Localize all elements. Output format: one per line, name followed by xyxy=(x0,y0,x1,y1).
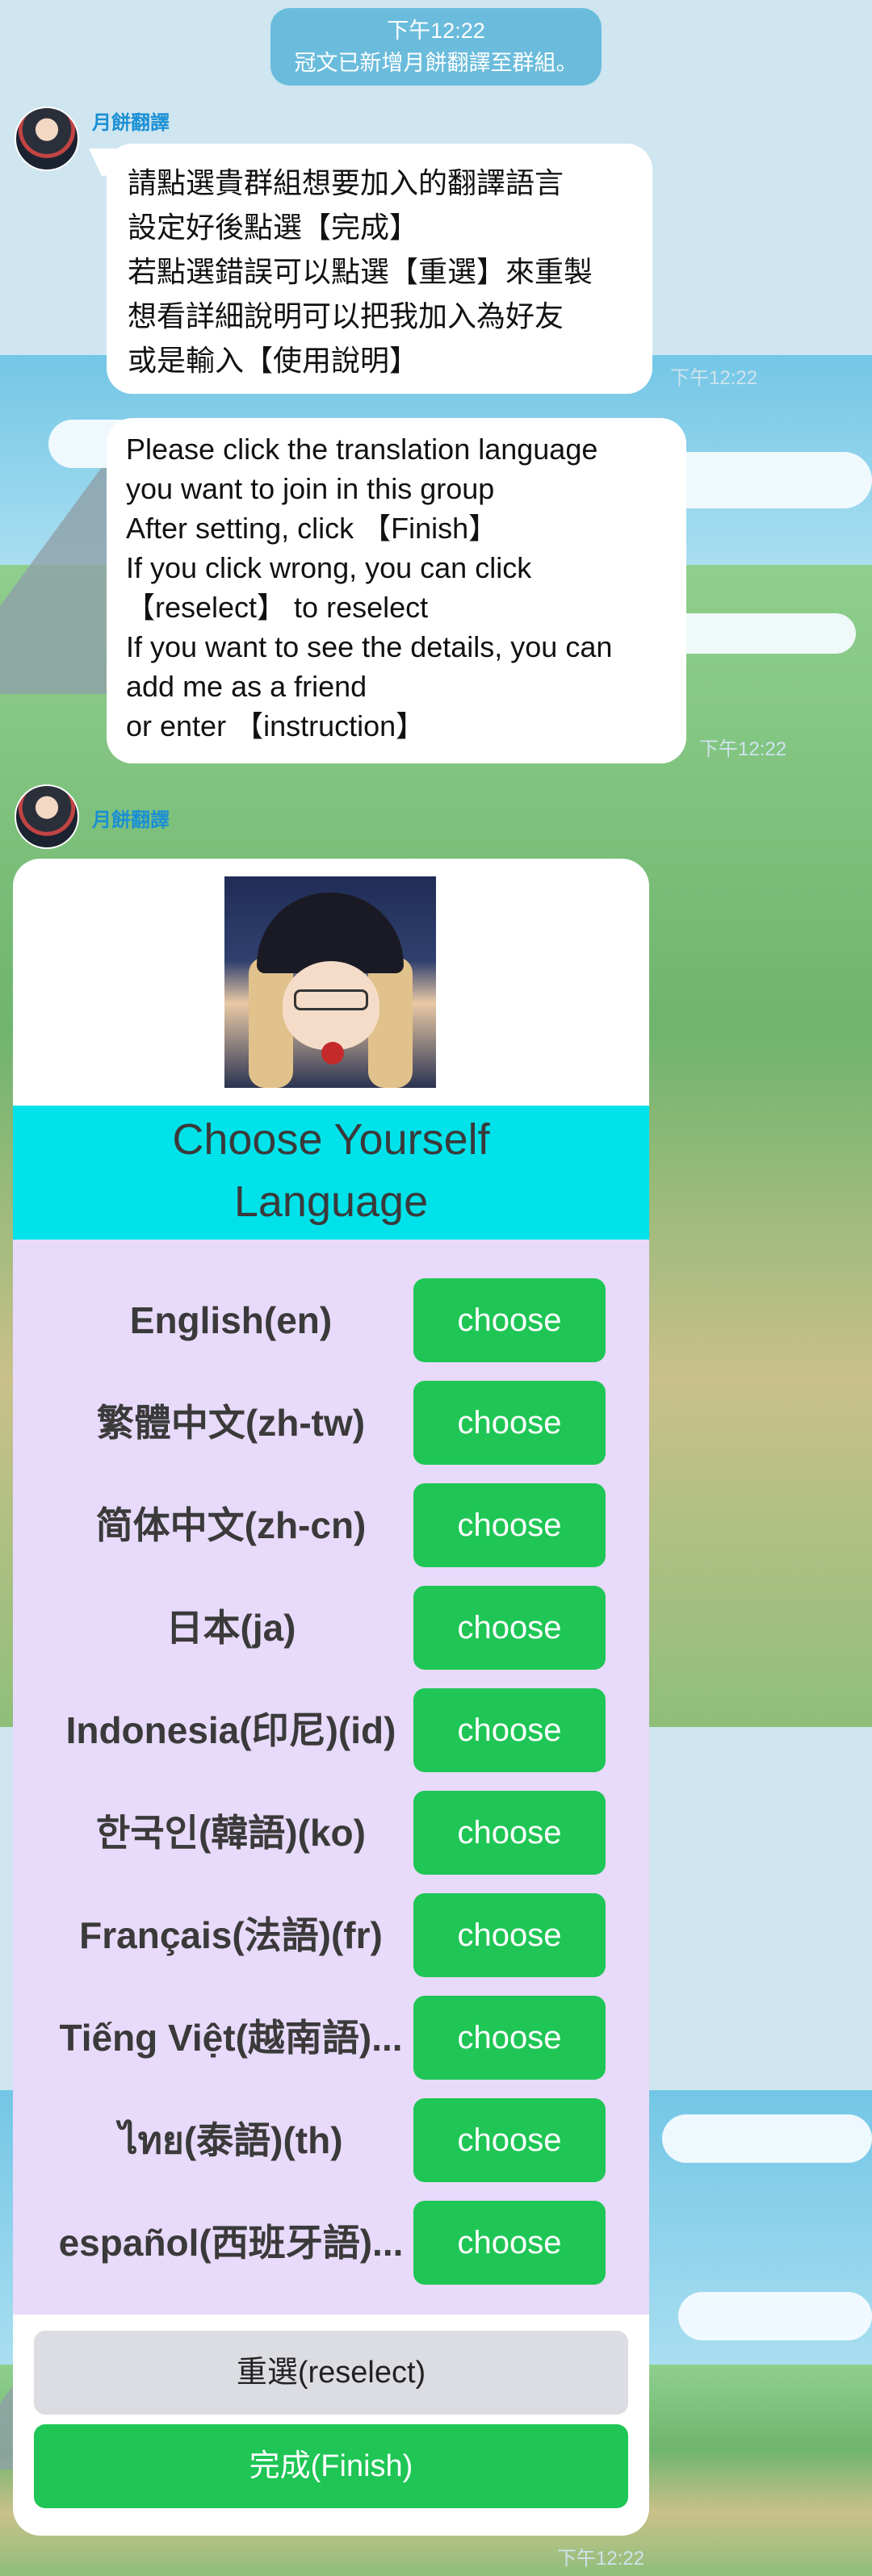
message-line: If you want to see the details, you can xyxy=(126,630,613,663)
bot-avatar[interactable] xyxy=(15,784,79,849)
language-row: 한국인(韓語)(ko) choose xyxy=(13,1791,649,1875)
message-line: 請點選貴群組想要加入的翻譯語言 xyxy=(128,167,564,200)
choose-button[interactable]: choose xyxy=(413,1278,606,1362)
message-bubble-zh[interactable]: 請點選貴群組想要加入的翻譯語言 設定好後點選【完成】 若點選錯誤可以點選【重選】… xyxy=(107,144,652,394)
choose-button[interactable]: choose xyxy=(413,2098,606,2182)
language-label: English(en) xyxy=(129,1299,333,1341)
choose-button[interactable]: choose xyxy=(413,1483,606,1567)
message-line: 想看詳細說明可以把我加入為好友 xyxy=(128,300,564,333)
language-label: Tiếng Việt(越南語)... xyxy=(59,2017,403,2059)
language-row: 日本(ja) choose xyxy=(13,1586,649,1670)
language-row: English(en) choose xyxy=(13,1278,649,1362)
language-label: 한국인(韓語)(ko) xyxy=(96,1812,366,1854)
message-line: 設定好後點選【完成】 xyxy=(128,211,419,245)
sender-name: 月餅翻譯 xyxy=(92,809,170,831)
language-label: 简体中文(zh-cn) xyxy=(95,1504,367,1546)
message-line: you want to join in this group xyxy=(126,472,495,505)
system-message-text: 冠文已新增月餅翻譯至群組。 xyxy=(294,51,578,75)
language-row: 繁體中文(zh-tw) choose xyxy=(13,1381,649,1465)
message-time: 下午12:22 xyxy=(557,2548,645,2570)
message-line: Please click the translation language xyxy=(126,433,598,466)
language-label: ไทย(泰語)(th) xyxy=(119,2119,343,2161)
language-select-card: Choose Yourself Language English(en) cho… xyxy=(13,859,649,2536)
choose-button[interactable]: choose xyxy=(413,1586,606,1670)
card-title-line: Choose Yourself xyxy=(172,1115,490,1164)
choose-button[interactable]: choose xyxy=(413,1893,606,1977)
choose-button[interactable]: choose xyxy=(413,1791,606,1875)
message-time: 下午12:22 xyxy=(699,738,787,760)
reselect-button[interactable]: 重選(reselect) xyxy=(34,2331,628,2415)
system-message: 下午12:22 冠文已新增月餅翻譯至群組。 xyxy=(270,8,602,86)
choose-button[interactable]: choose xyxy=(413,2201,606,2285)
language-row: ไทย(泰語)(th) choose xyxy=(13,2098,649,2182)
message-time: 下午12:22 xyxy=(670,367,758,389)
language-label: 繁體中文(zh-tw) xyxy=(96,1402,366,1444)
message-line: or enter 【instruction】 xyxy=(126,709,426,742)
card-title-line: Language xyxy=(233,1177,429,1226)
language-row: español(西班牙語)... choose xyxy=(13,2201,649,2285)
choose-button[interactable]: choose xyxy=(413,1996,606,2080)
message-line: add me as a friend xyxy=(126,670,367,703)
system-message-time: 下午12:22 xyxy=(387,19,485,43)
language-list: English(en) choose 繁體中文(zh-tw) choose 简体… xyxy=(13,1240,649,2315)
message-line: 【reselect】 to reselect xyxy=(126,591,429,624)
message-bubble-en[interactable]: Please click the translation language yo… xyxy=(107,418,686,763)
message-line: If you click wrong, you can click xyxy=(126,551,532,584)
language-label: Français(法語)(fr) xyxy=(79,1914,383,1956)
message-line: 若點選錯誤可以點選【重選】來重製 xyxy=(128,256,593,289)
bot-avatar[interactable] xyxy=(15,107,79,171)
language-label: 日本(ja) xyxy=(166,1607,296,1649)
choose-button[interactable]: choose xyxy=(413,1381,606,1465)
message-line: After setting, click 【Finish】 xyxy=(126,512,498,545)
language-row: Tiếng Việt(越南語)... choose xyxy=(13,1996,649,2080)
language-row: Indonesia(印尼)(id) choose xyxy=(13,1688,649,1772)
choose-button[interactable]: choose xyxy=(413,1688,606,1772)
language-row: 简体中文(zh-cn) choose xyxy=(13,1483,649,1567)
card-title: Choose Yourself Language xyxy=(13,1106,649,1240)
language-row: Français(法語)(fr) choose xyxy=(13,1893,649,1977)
sender-name: 月餅翻譯 xyxy=(92,112,170,134)
finish-button[interactable]: 完成(Finish) xyxy=(34,2424,628,2508)
language-label: Indonesia(印尼)(id) xyxy=(65,1709,396,1751)
message-line: 或是輸入【使用說明】 xyxy=(128,345,419,378)
hero-image xyxy=(224,876,436,1088)
language-label: español(西班牙語)... xyxy=(58,2222,404,2264)
